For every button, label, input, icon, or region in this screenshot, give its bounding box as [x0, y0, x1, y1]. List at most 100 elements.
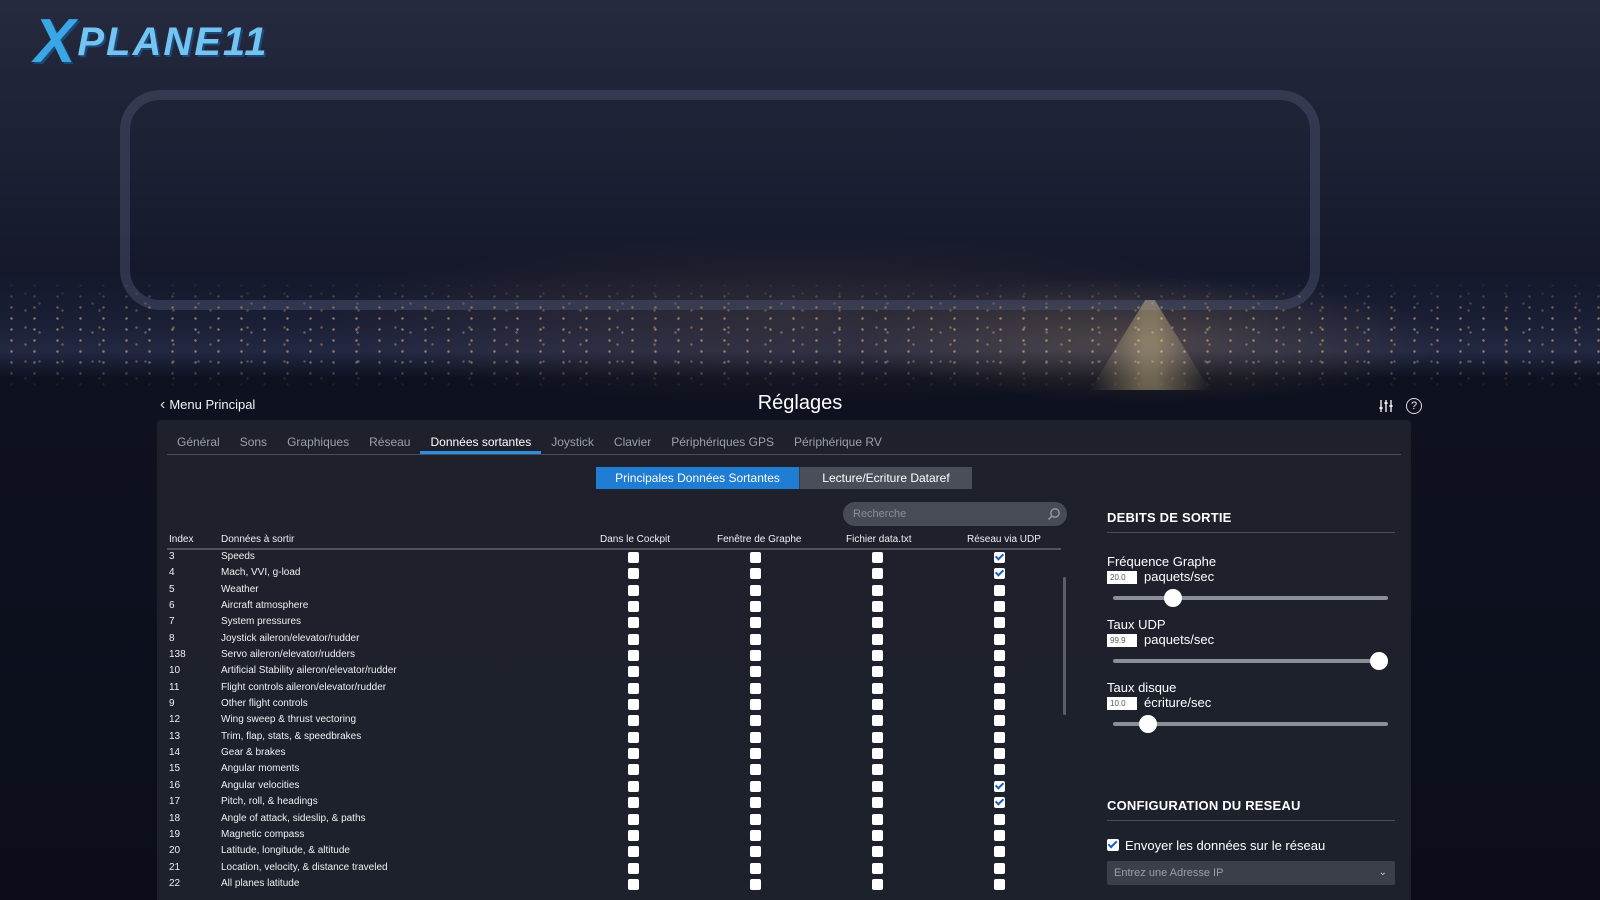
udp-checkbox[interactable] — [994, 748, 1005, 760]
graph-checkbox[interactable] — [750, 813, 761, 825]
cockpit-checkbox[interactable] — [628, 797, 639, 809]
file-checkbox[interactable] — [872, 846, 883, 858]
udp-checkbox[interactable] — [994, 552, 1005, 563]
tab-item[interactable]: Périphériques GPS — [661, 420, 784, 454]
file-checkbox[interactable] — [872, 878, 883, 890]
file-checkbox[interactable] — [872, 829, 883, 841]
udp-checkbox[interactable] — [994, 764, 1005, 776]
file-checkbox[interactable] — [872, 584, 883, 596]
file-checkbox[interactable] — [872, 682, 883, 694]
graph-freq-slider[interactable] — [1113, 589, 1388, 607]
graph-checkbox[interactable] — [750, 568, 761, 580]
graph-checkbox[interactable] — [750, 862, 761, 874]
cockpit-checkbox[interactable] — [628, 650, 639, 662]
search-icon[interactable] — [1047, 507, 1061, 521]
udp-checkbox[interactable] — [994, 682, 1005, 694]
udp-checkbox[interactable] — [994, 846, 1005, 858]
graph-checkbox[interactable] — [750, 552, 761, 563]
cockpit-checkbox[interactable] — [628, 846, 639, 858]
sliders-icon[interactable] — [1378, 398, 1394, 414]
graph-freq-value[interactable]: 20.0 — [1107, 571, 1137, 584]
tab-item[interactable]: Graphiques — [277, 420, 359, 454]
tab-item[interactable]: Clavier — [604, 420, 661, 454]
disk-rate-value[interactable]: 10.0 — [1107, 697, 1137, 710]
subtab-dataref[interactable]: Lecture/Ecriture Dataref — [799, 467, 972, 489]
table-scrollbar[interactable] — [1063, 577, 1066, 715]
udp-rate-value[interactable]: 99.9 — [1107, 634, 1137, 647]
graph-checkbox[interactable] — [750, 731, 761, 743]
file-checkbox[interactable] — [872, 780, 883, 792]
udp-checkbox[interactable] — [994, 829, 1005, 841]
graph-checkbox[interactable] — [750, 699, 761, 711]
slider-knob[interactable] — [1164, 589, 1183, 607]
graph-checkbox[interactable] — [750, 633, 761, 645]
udp-checkbox[interactable] — [994, 797, 1005, 809]
slider-knob[interactable] — [1370, 652, 1388, 670]
slider-knob[interactable] — [1138, 715, 1157, 733]
cockpit-checkbox[interactable] — [628, 715, 639, 727]
udp-rate-slider[interactable] — [1113, 652, 1388, 670]
file-checkbox[interactable] — [872, 601, 883, 613]
udp-checkbox[interactable] — [994, 731, 1005, 743]
file-checkbox[interactable] — [872, 797, 883, 809]
file-checkbox[interactable] — [872, 699, 883, 711]
cockpit-checkbox[interactable] — [628, 552, 639, 563]
file-checkbox[interactable] — [872, 568, 883, 580]
cockpit-checkbox[interactable] — [628, 617, 639, 629]
cockpit-checkbox[interactable] — [628, 699, 639, 711]
tab-item[interactable]: Périphérique RV — [784, 420, 892, 454]
file-checkbox[interactable] — [872, 650, 883, 662]
graph-checkbox[interactable] — [750, 797, 761, 809]
graph-checkbox[interactable] — [750, 715, 761, 727]
udp-checkbox[interactable] — [994, 699, 1005, 711]
file-checkbox[interactable] — [872, 813, 883, 825]
cockpit-checkbox[interactable] — [628, 731, 639, 743]
udp-checkbox[interactable] — [994, 715, 1005, 727]
tab-item[interactable]: Joystick — [541, 420, 604, 454]
cockpit-checkbox[interactable] — [628, 878, 639, 890]
file-checkbox[interactable] — [872, 748, 883, 760]
udp-checkbox[interactable] — [994, 813, 1005, 825]
udp-checkbox[interactable] — [994, 878, 1005, 890]
udp-checkbox[interactable] — [994, 780, 1005, 792]
graph-checkbox[interactable] — [750, 780, 761, 792]
cockpit-checkbox[interactable] — [628, 568, 639, 580]
udp-checkbox[interactable] — [994, 650, 1005, 662]
cockpit-checkbox[interactable] — [628, 682, 639, 694]
graph-checkbox[interactable] — [750, 584, 761, 596]
graph-checkbox[interactable] — [750, 666, 761, 678]
cockpit-checkbox[interactable] — [628, 584, 639, 596]
udp-checkbox[interactable] — [994, 666, 1005, 678]
file-checkbox[interactable] — [872, 862, 883, 874]
search-input[interactable] — [843, 507, 1045, 521]
tab-item[interactable]: Réseau — [359, 420, 420, 454]
cockpit-checkbox[interactable] — [628, 601, 639, 613]
graph-checkbox[interactable] — [750, 878, 761, 890]
graph-checkbox[interactable] — [750, 601, 761, 613]
graph-checkbox[interactable] — [750, 829, 761, 841]
graph-checkbox[interactable] — [750, 764, 761, 776]
udp-checkbox[interactable] — [994, 601, 1005, 613]
cockpit-checkbox[interactable] — [628, 780, 639, 792]
file-checkbox[interactable] — [872, 552, 883, 563]
file-checkbox[interactable] — [872, 764, 883, 776]
tab-item[interactable]: Sons — [230, 420, 277, 454]
udp-checkbox[interactable] — [994, 617, 1005, 629]
cockpit-checkbox[interactable] — [628, 813, 639, 825]
subtab-main-output[interactable]: Principales Données Sortantes — [596, 467, 799, 489]
graph-checkbox[interactable] — [750, 748, 761, 760]
graph-checkbox[interactable] — [750, 846, 761, 858]
file-checkbox[interactable] — [872, 617, 883, 629]
udp-checkbox[interactable] — [994, 584, 1005, 596]
cockpit-checkbox[interactable] — [628, 666, 639, 678]
cockpit-checkbox[interactable] — [628, 764, 639, 776]
cockpit-checkbox[interactable] — [628, 748, 639, 760]
file-checkbox[interactable] — [872, 666, 883, 678]
send-network-checkbox[interactable] — [1107, 839, 1119, 851]
cockpit-checkbox[interactable] — [628, 862, 639, 874]
disk-rate-slider[interactable] — [1113, 715, 1388, 733]
tab-item[interactable]: Données sortantes — [420, 420, 542, 454]
graph-checkbox[interactable] — [750, 650, 761, 662]
udp-checkbox[interactable] — [994, 633, 1005, 645]
udp-checkbox[interactable] — [994, 862, 1005, 874]
